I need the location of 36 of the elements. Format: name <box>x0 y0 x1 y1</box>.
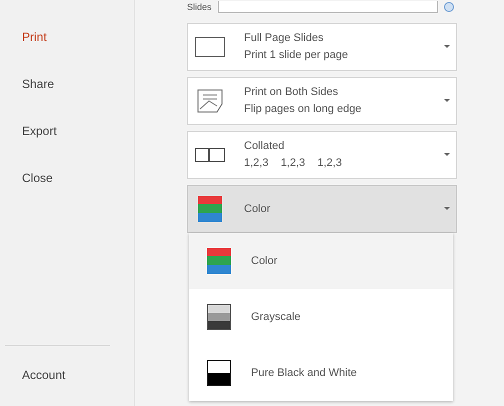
setting-subtitle: Flip pages on long edge <box>244 103 362 116</box>
sidebar-item[interactable]: Share <box>22 71 134 97</box>
color-menu-item[interactable]: Grayscale <box>189 289 453 345</box>
caret-icon <box>444 45 450 49</box>
color-menu-item[interactable]: Pure Black and White <box>189 345 453 401</box>
color-menu-item[interactable]: Color <box>189 233 453 289</box>
setting-title: Print on Both Sides <box>244 86 340 99</box>
print-setting-dropdown[interactable]: Print on Both Sides Flip pages on long edge <box>187 77 457 125</box>
color-swatch-icon <box>198 196 222 222</box>
monochrome-swatch-icon <box>207 360 231 386</box>
sidebar-item[interactable]: Account <box>0 362 66 388</box>
print-setting-dropdown[interactable]: Color <box>187 185 457 233</box>
setting-title: Color <box>244 202 272 216</box>
grayscale-swatch-icon <box>207 304 231 330</box>
slides-input-field[interactable] <box>218 1 438 13</box>
caret-icon <box>444 207 450 211</box>
setting-subtitle: Print 1 slide per page <box>244 49 349 62</box>
caret-icon <box>444 153 450 157</box>
sidebar-item[interactable]: Export <box>22 118 134 144</box>
collated-pages-icon <box>195 148 225 162</box>
sidebar-item[interactable]: Print <box>22 24 134 50</box>
setting-subtitle: 1,2,3 1,2,3 1,2,3 <box>244 157 343 170</box>
sidebar-item[interactable]: Close <box>22 165 134 191</box>
setting-title: Full Page Slides <box>244 32 324 45</box>
color-option-label: Color <box>251 254 278 269</box>
page-icon <box>195 37 225 57</box>
color-option-label: Grayscale <box>251 310 301 325</box>
double-sided-page-icon <box>197 89 223 113</box>
print-setting-dropdown[interactable]: Collated 1,2,3 1,2,3 1,2,3 <box>187 131 457 179</box>
print-setting-dropdown[interactable]: Full Page Slides Print 1 slide per page <box>187 23 457 71</box>
slides-label: Slides <box>187 2 212 12</box>
color-swatch-icon <box>207 248 231 274</box>
setting-title: Collated <box>244 140 286 153</box>
caret-icon <box>444 99 450 103</box>
info-icon <box>444 2 454 12</box>
color-option-label: Pure Black and White <box>251 366 357 381</box>
